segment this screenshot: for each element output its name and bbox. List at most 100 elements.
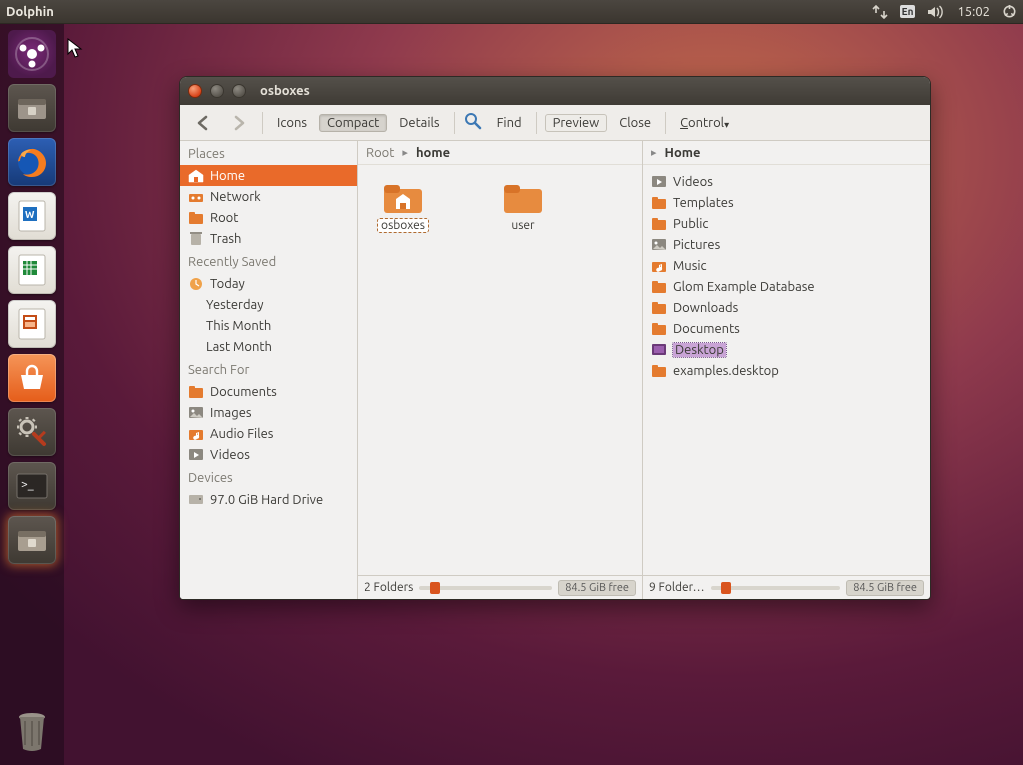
audio-icon — [188, 426, 204, 442]
close-panel-button[interactable]: Close — [613, 114, 657, 132]
status-text: 9 Folder… — [649, 581, 705, 594]
sidebar-item-label: 97.0 GiB Hard Drive — [210, 493, 323, 507]
sidebar-item-label: Images — [210, 406, 252, 420]
recent-today[interactable]: Today — [180, 273, 357, 294]
launcher-dash[interactable] — [8, 30, 56, 78]
list-item[interactable]: Documents — [647, 318, 926, 339]
sidebar-item-label: Network — [210, 190, 261, 204]
preview-button[interactable]: Preview — [545, 114, 608, 132]
crumb-home[interactable]: Home — [665, 146, 701, 160]
launcher-files[interactable] — [8, 84, 56, 132]
places-network[interactable]: Network — [180, 186, 357, 207]
devices-heading: Devices — [180, 465, 357, 489]
search-audio[interactable]: Audio Files — [180, 423, 357, 444]
folder-osboxes[interactable]: osboxes — [368, 181, 438, 232]
device-hdd[interactable]: 97.0 GiB Hard Drive — [180, 489, 357, 510]
launcher-trash[interactable] — [8, 707, 56, 755]
list-item[interactable]: Pictures — [647, 234, 926, 255]
crumb-home[interactable]: home — [416, 146, 450, 160]
launcher-terminal[interactable]: >_ — [8, 462, 56, 510]
keyboard-indicator[interactable]: En — [900, 5, 916, 18]
free-space-label: 84.5 GiB free — [846, 580, 924, 596]
sidebar-item-label: Documents — [210, 385, 277, 399]
right-status-bar: 9 Folder… 84.5 GiB free — [643, 575, 930, 599]
find-button[interactable]: Find — [491, 114, 528, 132]
recent-heading: Recently Saved — [180, 249, 357, 273]
dolphin-toolbar: Icons Compact Details Find Preview Close… — [180, 105, 930, 141]
sidebar-item-label: Last Month — [206, 340, 272, 354]
chevron-right-icon: ▸ — [651, 146, 657, 159]
zoom-slider[interactable] — [419, 586, 552, 590]
left-status-bar: 2 Folders 84.5 GiB free — [358, 575, 642, 599]
crumb-root[interactable]: Root — [366, 146, 394, 160]
menubar-app-name[interactable]: Dolphin — [6, 5, 54, 19]
left-icon-view[interactable]: osboxes user — [358, 165, 642, 575]
list-item-label: Downloads — [673, 301, 738, 315]
list-item-label: Desktop — [673, 343, 726, 357]
list-item[interactable]: Desktop — [647, 339, 926, 360]
launcher-calc[interactable] — [8, 246, 56, 294]
desktop-icon — [651, 342, 667, 358]
svg-text:>_: >_ — [21, 478, 34, 491]
recent-this-month[interactable]: This Month — [180, 315, 357, 336]
left-breadcrumb[interactable]: Root ▸ home — [358, 141, 642, 165]
search-videos[interactable]: Videos — [180, 444, 357, 465]
right-list-view[interactable]: VideosTemplatesPublicPictures Music Glom E… — [643, 165, 930, 575]
places-home[interactable]: Home — [180, 165, 357, 186]
window-maximize-button[interactable] — [232, 84, 246, 98]
window-titlebar[interactable]: osboxes — [180, 77, 930, 105]
svg-text:W: W — [25, 209, 35, 220]
launcher-impress[interactable] — [8, 300, 56, 348]
folder-icon — [651, 279, 667, 295]
control-menu-button[interactable]: Control▾ — [674, 114, 735, 132]
list-item[interactable]: examples.desktop — [647, 360, 926, 381]
view-compact-button[interactable]: Compact — [319, 114, 387, 132]
list-item-label: Documents — [673, 322, 740, 336]
pictures-icon — [651, 237, 667, 253]
list-item[interactable]: Templates — [647, 192, 926, 213]
left-pane: Root ▸ home osboxes user 2 Folders 84.5 … — [358, 141, 643, 599]
search-documents[interactable]: Documents — [180, 381, 357, 402]
search-images[interactable]: Images — [180, 402, 357, 423]
launcher-software[interactable] — [8, 354, 56, 402]
dolphin-window: osboxes Icons Compact Details Find Previ… — [179, 76, 931, 600]
zoom-slider[interactable] — [711, 586, 841, 590]
nav-back-button[interactable] — [188, 112, 218, 134]
list-item[interactable]: Glom Example Database — [647, 276, 926, 297]
clock[interactable]: 15:02 — [957, 5, 990, 19]
recent-last-month[interactable]: Last Month — [180, 336, 357, 357]
folder-user[interactable]: user — [488, 181, 558, 232]
nav-forward-button[interactable] — [224, 112, 254, 134]
list-item-label: Music — [673, 259, 707, 273]
list-item[interactable]: Music — [647, 255, 926, 276]
view-details-button[interactable]: Details — [393, 114, 445, 132]
sidebar-item-label: Videos — [210, 448, 250, 462]
folder-icon — [651, 195, 667, 211]
session-indicator-icon[interactable] — [1002, 4, 1017, 19]
window-close-button[interactable] — [188, 84, 202, 98]
view-icons-button[interactable]: Icons — [271, 114, 313, 132]
chevron-right-icon: ▸ — [402, 146, 408, 159]
places-root[interactable]: Root — [180, 207, 357, 228]
launcher-writer[interactable]: W — [8, 192, 56, 240]
sound-indicator-icon[interactable] — [927, 5, 945, 19]
network-indicator-icon[interactable] — [872, 5, 888, 19]
launcher-firefox[interactable] — [8, 138, 56, 186]
recent-yesterday[interactable]: Yesterday — [180, 294, 357, 315]
window-minimize-button[interactable] — [210, 84, 224, 98]
launcher-settings[interactable] — [8, 408, 56, 456]
window-title: osboxes — [260, 84, 310, 98]
places-trash[interactable]: Trash — [180, 228, 357, 249]
sidebar-item-label: Today — [210, 277, 245, 291]
list-item[interactable]: Videos — [647, 171, 926, 192]
launcher-dolphin-active[interactable] — [8, 516, 56, 564]
images-icon — [188, 405, 204, 421]
folder-label: osboxes — [378, 219, 428, 232]
music-icon — [651, 258, 667, 274]
sidebar-item-label: This Month — [206, 319, 271, 333]
right-breadcrumb[interactable]: ▸ Home — [643, 141, 930, 165]
sidebar-item-label: Home — [210, 169, 245, 183]
trash-icon — [188, 231, 204, 247]
list-item[interactable]: Public — [647, 213, 926, 234]
list-item[interactable]: Downloads — [647, 297, 926, 318]
